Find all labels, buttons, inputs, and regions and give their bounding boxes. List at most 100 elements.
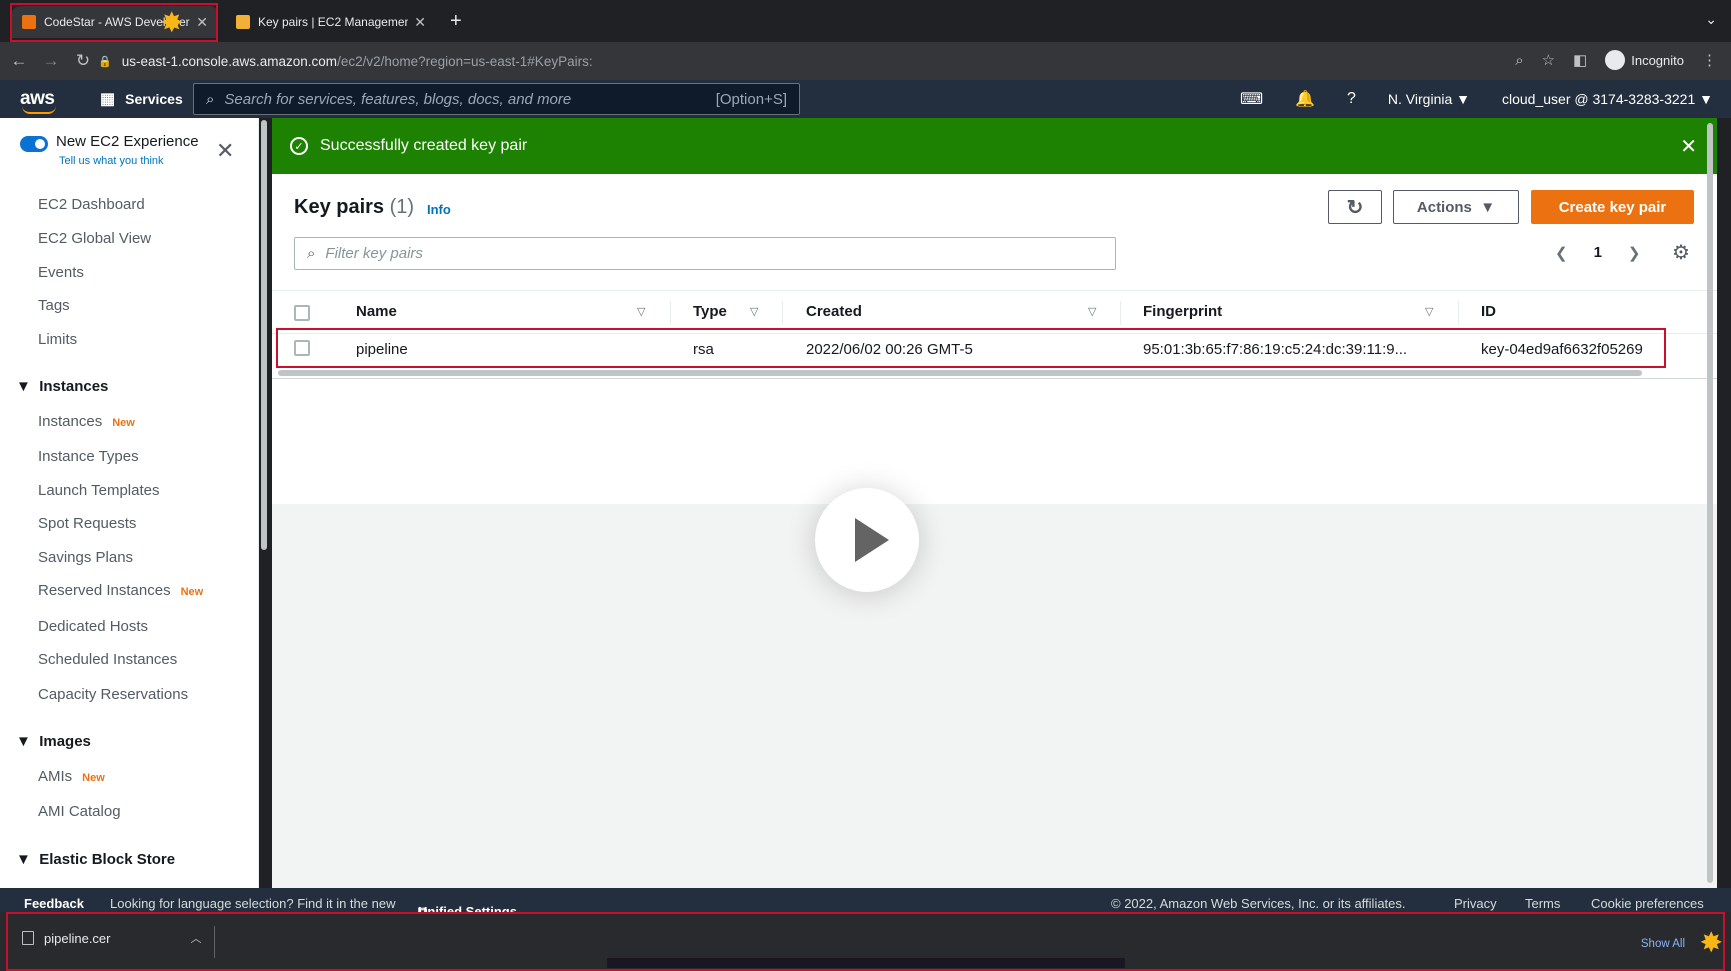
show-all-downloads-link[interactable]: Show All	[1641, 938, 1685, 950]
column-header-name[interactable]: Name	[356, 303, 397, 320]
chevron-up-icon[interactable]: ︿	[191, 930, 202, 946]
sort-icon[interactable]: ▽	[750, 305, 758, 318]
feedback-link[interactable]: Tell us what you think	[59, 155, 164, 167]
sidebar-section-images[interactable]: ▼ Images	[16, 733, 91, 750]
sidebar-item-limits[interactable]: Limits	[38, 331, 77, 348]
video-progress-bar	[607, 958, 1125, 968]
close-tab-icon[interactable]: ✕	[414, 14, 426, 31]
title-text: Key pairs	[294, 196, 385, 218]
services-menu[interactable]: ▦ Services	[100, 89, 183, 109]
page-title: Key pairs (1)	[294, 196, 414, 219]
table-horizontal-scrollbar[interactable]	[278, 370, 1642, 376]
privacy-link[interactable]: Privacy	[1454, 896, 1497, 911]
forward-arrow-icon[interactable]: →	[38, 51, 64, 71]
sidebar-item-ec2-dashboard[interactable]: EC2 Dashboard	[38, 196, 145, 213]
refresh-button[interactable]: ↻	[1328, 190, 1382, 224]
current-page[interactable]: 1	[1594, 244, 1602, 262]
sidebar-section-instances[interactable]: ▼ Instances	[16, 378, 108, 395]
search-placeholder: Search for services, features, blogs, do…	[224, 90, 572, 108]
sidebar-section-elastic-block-store[interactable]: ▼ Elastic Block Store	[16, 851, 175, 868]
sidebar-item-capacity-reservations[interactable]: Capacity Reservations	[38, 686, 188, 703]
success-check-icon: ✓	[290, 137, 308, 155]
table-row[interactable]: pipeline rsa 2022/06/02 00:26 GMT-5 95:0…	[276, 328, 1666, 368]
aws-search-input[interactable]: ⌕ Search for services, features, blogs, …	[193, 83, 800, 115]
sidebar-item-reserved-instances[interactable]: Reserved Instances New	[38, 582, 203, 599]
info-link[interactable]: Info	[427, 202, 451, 217]
incognito-icon	[1605, 50, 1626, 70]
incognito-label: Incognito	[1631, 52, 1684, 68]
sidebar-item-scheduled-instances[interactable]: Scheduled Instances	[38, 651, 177, 668]
tab-title: Key pairs | EC2 Management Console	[258, 15, 409, 29]
feedback-link[interactable]: Feedback	[24, 896, 84, 911]
tab-search-chevron-icon[interactable]: ⌄	[1705, 11, 1717, 28]
search-shortcut-hint: [Option+S]	[715, 90, 787, 108]
ec2-favicon-icon	[236, 15, 250, 29]
download-item[interactable]: pipeline.cer ︿	[22, 930, 202, 946]
row-checkbox[interactable]	[294, 340, 310, 356]
next-page-icon[interactable]: ❯	[1628, 244, 1641, 262]
column-header-created[interactable]: Created	[806, 303, 862, 320]
bookmark-star-icon[interactable]: ☆	[1542, 51, 1555, 69]
download-shelf: pipeline.cer ︿ Show All ✸	[0, 912, 1731, 971]
url-host: us-east-1.console.aws.amazon.com	[121, 53, 338, 69]
aws-logo[interactable]: aws	[20, 88, 60, 114]
column-header-fingerprint[interactable]: Fingerprint	[1143, 303, 1222, 320]
account-menu[interactable]: cloud_user @ 3174-3283-3221 ▼	[1502, 91, 1713, 107]
sort-icon[interactable]: ▽	[1088, 305, 1096, 318]
cookie-preferences-link[interactable]: Cookie preferences	[1591, 896, 1704, 911]
sidebar-item-dedicated-hosts[interactable]: Dedicated Hosts	[38, 618, 148, 635]
close-sidebar-icon[interactable]: ✕	[216, 138, 234, 164]
sidebar-item-ami-catalog[interactable]: AMI Catalog	[38, 803, 121, 820]
main-scrollbar[interactable]	[1707, 123, 1713, 883]
select-all-checkbox[interactable]	[294, 305, 310, 321]
create-key-pair-button[interactable]: Create key pair	[1531, 190, 1694, 224]
table-settings-gear-icon[interactable]: ⚙	[1672, 240, 1690, 265]
sidebar-item-instances[interactable]: Instances New	[38, 413, 135, 430]
main-content: ✓ Successfully created key pair ✕ Key pa…	[272, 118, 1717, 888]
section-title: Instances	[39, 378, 109, 395]
sidebar-scrollbar[interactable]	[261, 120, 267, 550]
filter-key-pairs-input[interactable]: ⌕ Filter key pairs	[294, 237, 1116, 270]
video-play-button[interactable]	[815, 488, 919, 592]
item-label: Instances	[38, 413, 103, 430]
sidebar-item-tags[interactable]: Tags	[38, 297, 70, 314]
sort-icon[interactable]: ▽	[1425, 305, 1433, 318]
services-label: Services	[125, 91, 183, 107]
address-bar[interactable]: 🔒 us-east-1.console.aws.amazon.com /ec2/…	[98, 46, 1518, 76]
notifications-bell-icon[interactable]: 🔔	[1295, 89, 1315, 109]
column-header-type[interactable]: Type	[693, 303, 727, 320]
incognito-indicator[interactable]: Incognito	[1605, 50, 1684, 70]
key-pairs-panel: Key pairs (1) Info ↻ Actions ▼ Create ke…	[272, 174, 1717, 504]
side-panel-icon[interactable]: ◧	[1573, 51, 1587, 69]
column-header-id[interactable]: ID	[1481, 303, 1496, 320]
dismiss-flash-icon[interactable]: ✕	[1680, 134, 1697, 159]
terms-link[interactable]: Terms	[1525, 896, 1560, 911]
new-badge: New	[112, 417, 135, 429]
zoom-icon[interactable]: ⌕	[1515, 52, 1523, 69]
actions-dropdown[interactable]: Actions ▼	[1393, 190, 1519, 224]
reload-icon[interactable]: ↻	[70, 51, 96, 71]
new-tab-icon[interactable]: +	[450, 10, 462, 33]
region-label: N. Virginia	[1387, 91, 1453, 107]
prev-page-icon[interactable]: ❮	[1555, 244, 1568, 262]
grid-icon: ▦	[100, 91, 116, 108]
sidebar-item-launch-templates[interactable]: Launch Templates	[38, 482, 159, 499]
new-experience-toggle[interactable]	[20, 136, 48, 152]
sort-icon[interactable]: ▽	[637, 305, 645, 318]
sidebar-item-instance-types[interactable]: Instance Types	[38, 448, 139, 465]
sidebar-item-events[interactable]: Events	[38, 264, 84, 281]
back-arrow-icon[interactable]: ←	[6, 51, 32, 71]
sidebar-item-amis[interactable]: AMIs New	[38, 768, 105, 785]
tab-key-pairs[interactable]: Key pairs | EC2 Management Console ✕	[226, 6, 436, 38]
browser-menu-icon[interactable]: ⋮	[1702, 51, 1717, 69]
sidebar-item-ec2-global-view[interactable]: EC2 Global View	[38, 230, 151, 247]
help-icon[interactable]: ?	[1347, 90, 1356, 108]
account-label: cloud_user @ 3174-3283-3221	[1502, 91, 1696, 107]
flash-message: Successfully created key pair	[320, 137, 528, 154]
cloudshell-icon[interactable]: ⌨	[1240, 89, 1263, 109]
region-selector[interactable]: N. Virginia ▼	[1388, 91, 1470, 107]
click-indicator-icon: ✸	[160, 7, 184, 38]
sidebar-item-savings-plans[interactable]: Savings Plans	[38, 549, 133, 566]
actions-label: Actions	[1416, 198, 1472, 216]
sidebar-item-spot-requests[interactable]: Spot Requests	[38, 515, 136, 532]
